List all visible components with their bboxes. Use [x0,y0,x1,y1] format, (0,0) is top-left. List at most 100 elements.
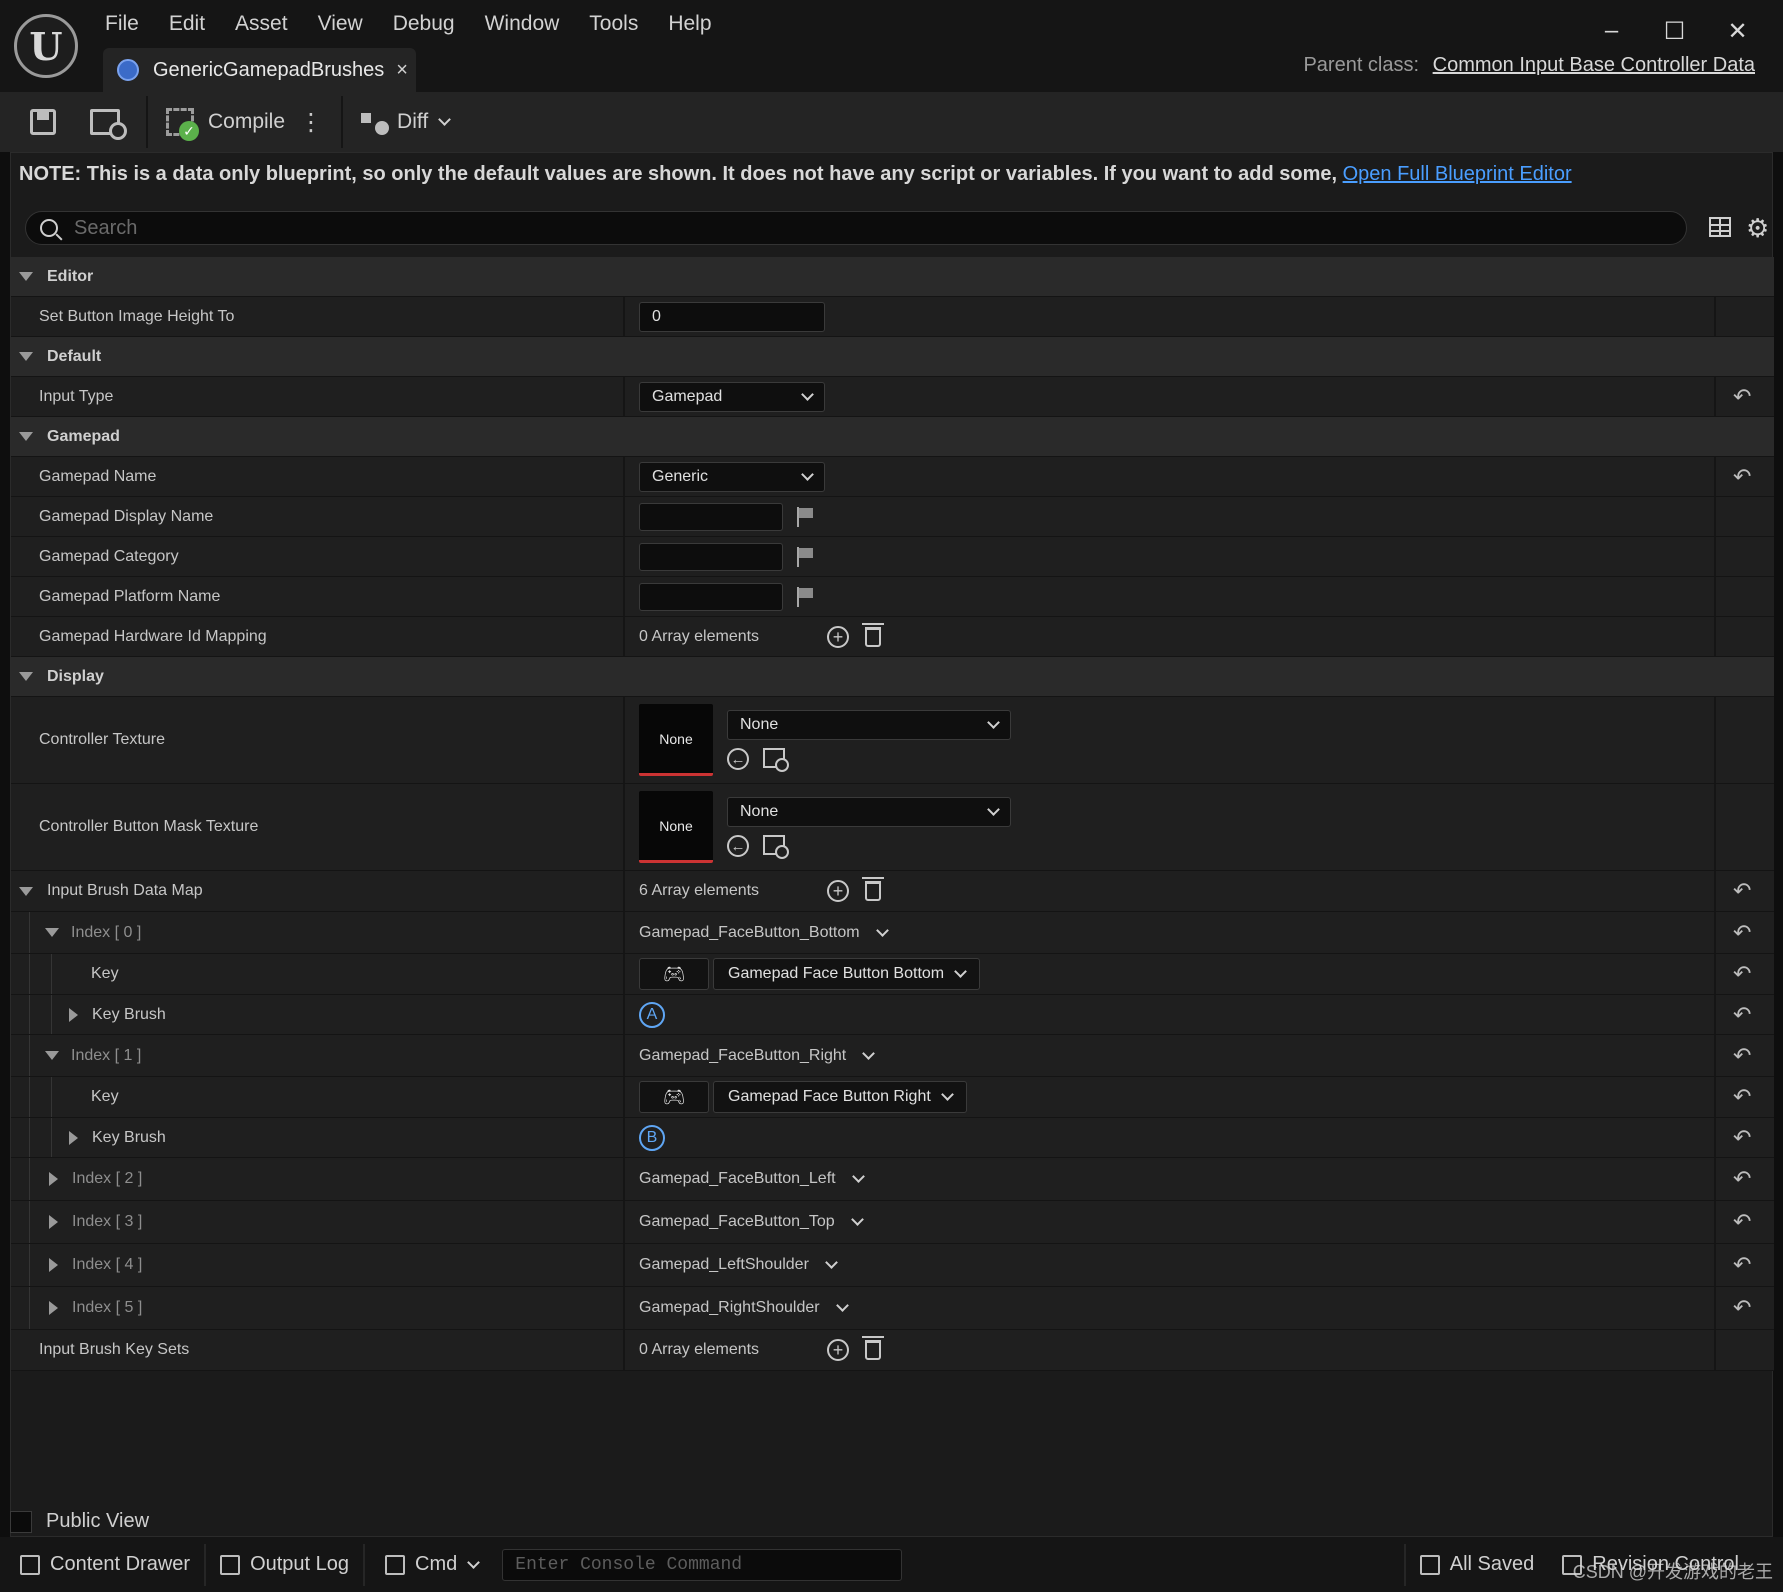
menu-file[interactable]: File [90,8,154,40]
key-enum-dropdown[interactable]: Gamepad_FaceButton_Top [639,1213,864,1231]
add-element-icon[interactable]: + [827,625,849,648]
search-icon [40,219,58,237]
public-view-toggle[interactable]: Public View [10,1510,149,1533]
reset-to-default-icon[interactable]: ↶ [1733,1043,1751,1069]
add-element-icon[interactable]: + [827,1339,849,1361]
save-button[interactable] [18,99,68,145]
content-drawer-button[interactable]: Content Drawer [6,1544,204,1586]
key-enum-dropdown[interactable]: Gamepad_RightShoulder [639,1299,849,1317]
key-enum-dropdown[interactable]: Gamepad_FaceButton_Bottom [639,924,889,942]
key-selector[interactable]: Gamepad Face Button Right [713,1081,967,1113]
menu-edit[interactable]: Edit [154,8,220,40]
property-label: Input Type [39,387,114,405]
key-enum-dropdown[interactable]: Gamepad_LeftShoulder [639,1256,838,1274]
open-full-editor-link[interactable]: Open Full Blueprint Editor [1343,163,1572,185]
reset-to-default-icon[interactable]: ↶ [1733,1166,1751,1192]
localization-flag-icon[interactable] [795,586,815,607]
key-enum-dropdown[interactable]: Gamepad_FaceButton_Right [639,1047,876,1065]
expand-arrow-icon[interactable] [69,1130,78,1145]
menu-view[interactable]: View [303,8,378,40]
localization-flag-icon[interactable] [795,546,815,567]
maximize-icon[interactable]: ☐ [1643,14,1706,48]
expand-arrow-icon[interactable] [49,1301,58,1315]
asset-picker-dropdown[interactable]: None [727,797,1011,827]
category-gamepad[interactable]: Gamepad [11,417,1774,457]
reset-to-default-icon[interactable]: ↶ [1733,1209,1751,1235]
compile-button[interactable]: Compile ⋮ [154,99,335,145]
unreal-logo-icon[interactable]: U [14,14,78,78]
trash-icon[interactable] [862,877,884,901]
collapse-arrow-icon[interactable] [19,886,33,896]
key-enum-dropdown[interactable]: Gamepad_FaceButton_Left [639,1170,865,1188]
use-selected-asset-icon[interactable]: ← [727,748,749,770]
console-input[interactable]: Enter Console Command [502,1548,903,1581]
expand-arrow-icon[interactable] [49,1215,58,1229]
menu-help[interactable]: Help [653,8,726,40]
menu-asset[interactable]: Asset [220,8,303,40]
minimize-icon[interactable]: – [1580,14,1643,48]
save-icon [30,109,56,135]
collapse-arrow-icon[interactable] [45,928,59,937]
key-selector[interactable]: Gamepad Face Button Bottom [713,958,981,990]
cmd-selector[interactable]: Cmd [371,1544,492,1586]
input-type-dropdown[interactable]: Gamepad [639,381,825,412]
expand-arrow-icon[interactable] [69,1007,78,1022]
toolbar-divider [341,96,344,148]
localization-flag-icon[interactable] [795,506,815,527]
reset-to-default-icon[interactable]: ↶ [1733,1295,1751,1321]
menu-tools[interactable]: Tools [574,8,653,40]
tab-close-icon[interactable]: × [396,59,408,82]
reset-to-default-icon[interactable]: ↶ [1733,920,1751,946]
menu-debug[interactable]: Debug [378,8,470,40]
menu-window[interactable]: Window [470,8,575,40]
browse-button[interactable] [78,99,132,145]
asset-picker-dropdown[interactable]: None [727,710,1011,740]
reset-to-default-icon[interactable]: ↶ [1733,1084,1751,1110]
reset-to-default-icon[interactable]: ↶ [1733,1252,1751,1278]
gamepad-name-dropdown[interactable]: Generic [639,461,825,492]
browse-asset-icon[interactable] [763,835,789,859]
category-default[interactable]: Default [11,337,1774,377]
category-editor[interactable]: Editor [11,257,1774,297]
close-window-icon[interactable]: ✕ [1706,14,1769,48]
gamepad-category-field[interactable] [639,542,783,571]
collapse-arrow-icon[interactable] [19,432,33,441]
trash-icon[interactable] [862,1336,884,1360]
trash-icon[interactable] [862,622,884,647]
reset-to-default-icon[interactable]: ↶ [1733,878,1751,904]
browse-asset-icon[interactable] [763,748,789,772]
collapse-arrow-icon[interactable] [19,672,33,681]
diff-button[interactable]: Diff [349,99,461,145]
map-entry-row: Index [ 1 ] Gamepad_FaceButton_Right ↶ [11,1035,1774,1077]
output-log-button[interactable]: Output Log [206,1544,363,1586]
gear-icon[interactable]: ⚙ [1746,213,1769,244]
gamepad-icon[interactable]: 🎮︎ [639,1081,709,1113]
parent-class-link[interactable]: Common Input Base Controller Data [1433,54,1755,76]
texture-thumbnail[interactable]: None [639,704,713,776]
search-input[interactable] [74,216,1574,240]
button-image-height-field[interactable]: 0 [639,301,825,332]
expand-arrow-icon[interactable] [49,1258,58,1272]
all-saved-button[interactable]: All Saved [1406,1544,1549,1586]
reset-to-default-icon[interactable]: ↶ [1733,961,1751,987]
reset-to-default-icon[interactable]: ↶ [1733,1002,1751,1028]
expand-arrow-icon[interactable] [49,1172,58,1186]
asset-tab[interactable]: GenericGamepadBrushes × [103,48,416,92]
property-label: Input Brush Data Map [47,882,203,899]
collapse-arrow-icon[interactable] [45,1051,59,1060]
table-view-icon[interactable] [1709,217,1731,237]
reset-to-default-icon[interactable]: ↶ [1733,1125,1751,1151]
gamepad-display-name-field[interactable] [639,502,783,531]
category-display[interactable]: Display [11,657,1774,697]
use-selected-asset-icon[interactable]: ← [727,835,749,857]
reset-to-default-icon[interactable]: ↶ [1733,384,1751,410]
add-element-icon[interactable]: + [827,880,849,902]
reset-to-default-icon[interactable]: ↶ [1733,464,1751,490]
compile-options-icon[interactable]: ⋮ [299,108,323,137]
texture-thumbnail[interactable]: None [639,791,713,863]
public-view-checkbox[interactable] [10,1510,32,1533]
collapse-arrow-icon[interactable] [19,272,33,281]
gamepad-platform-name-field[interactable] [639,582,783,611]
gamepad-icon[interactable]: 🎮︎ [639,958,709,990]
collapse-arrow-icon[interactable] [19,352,33,361]
